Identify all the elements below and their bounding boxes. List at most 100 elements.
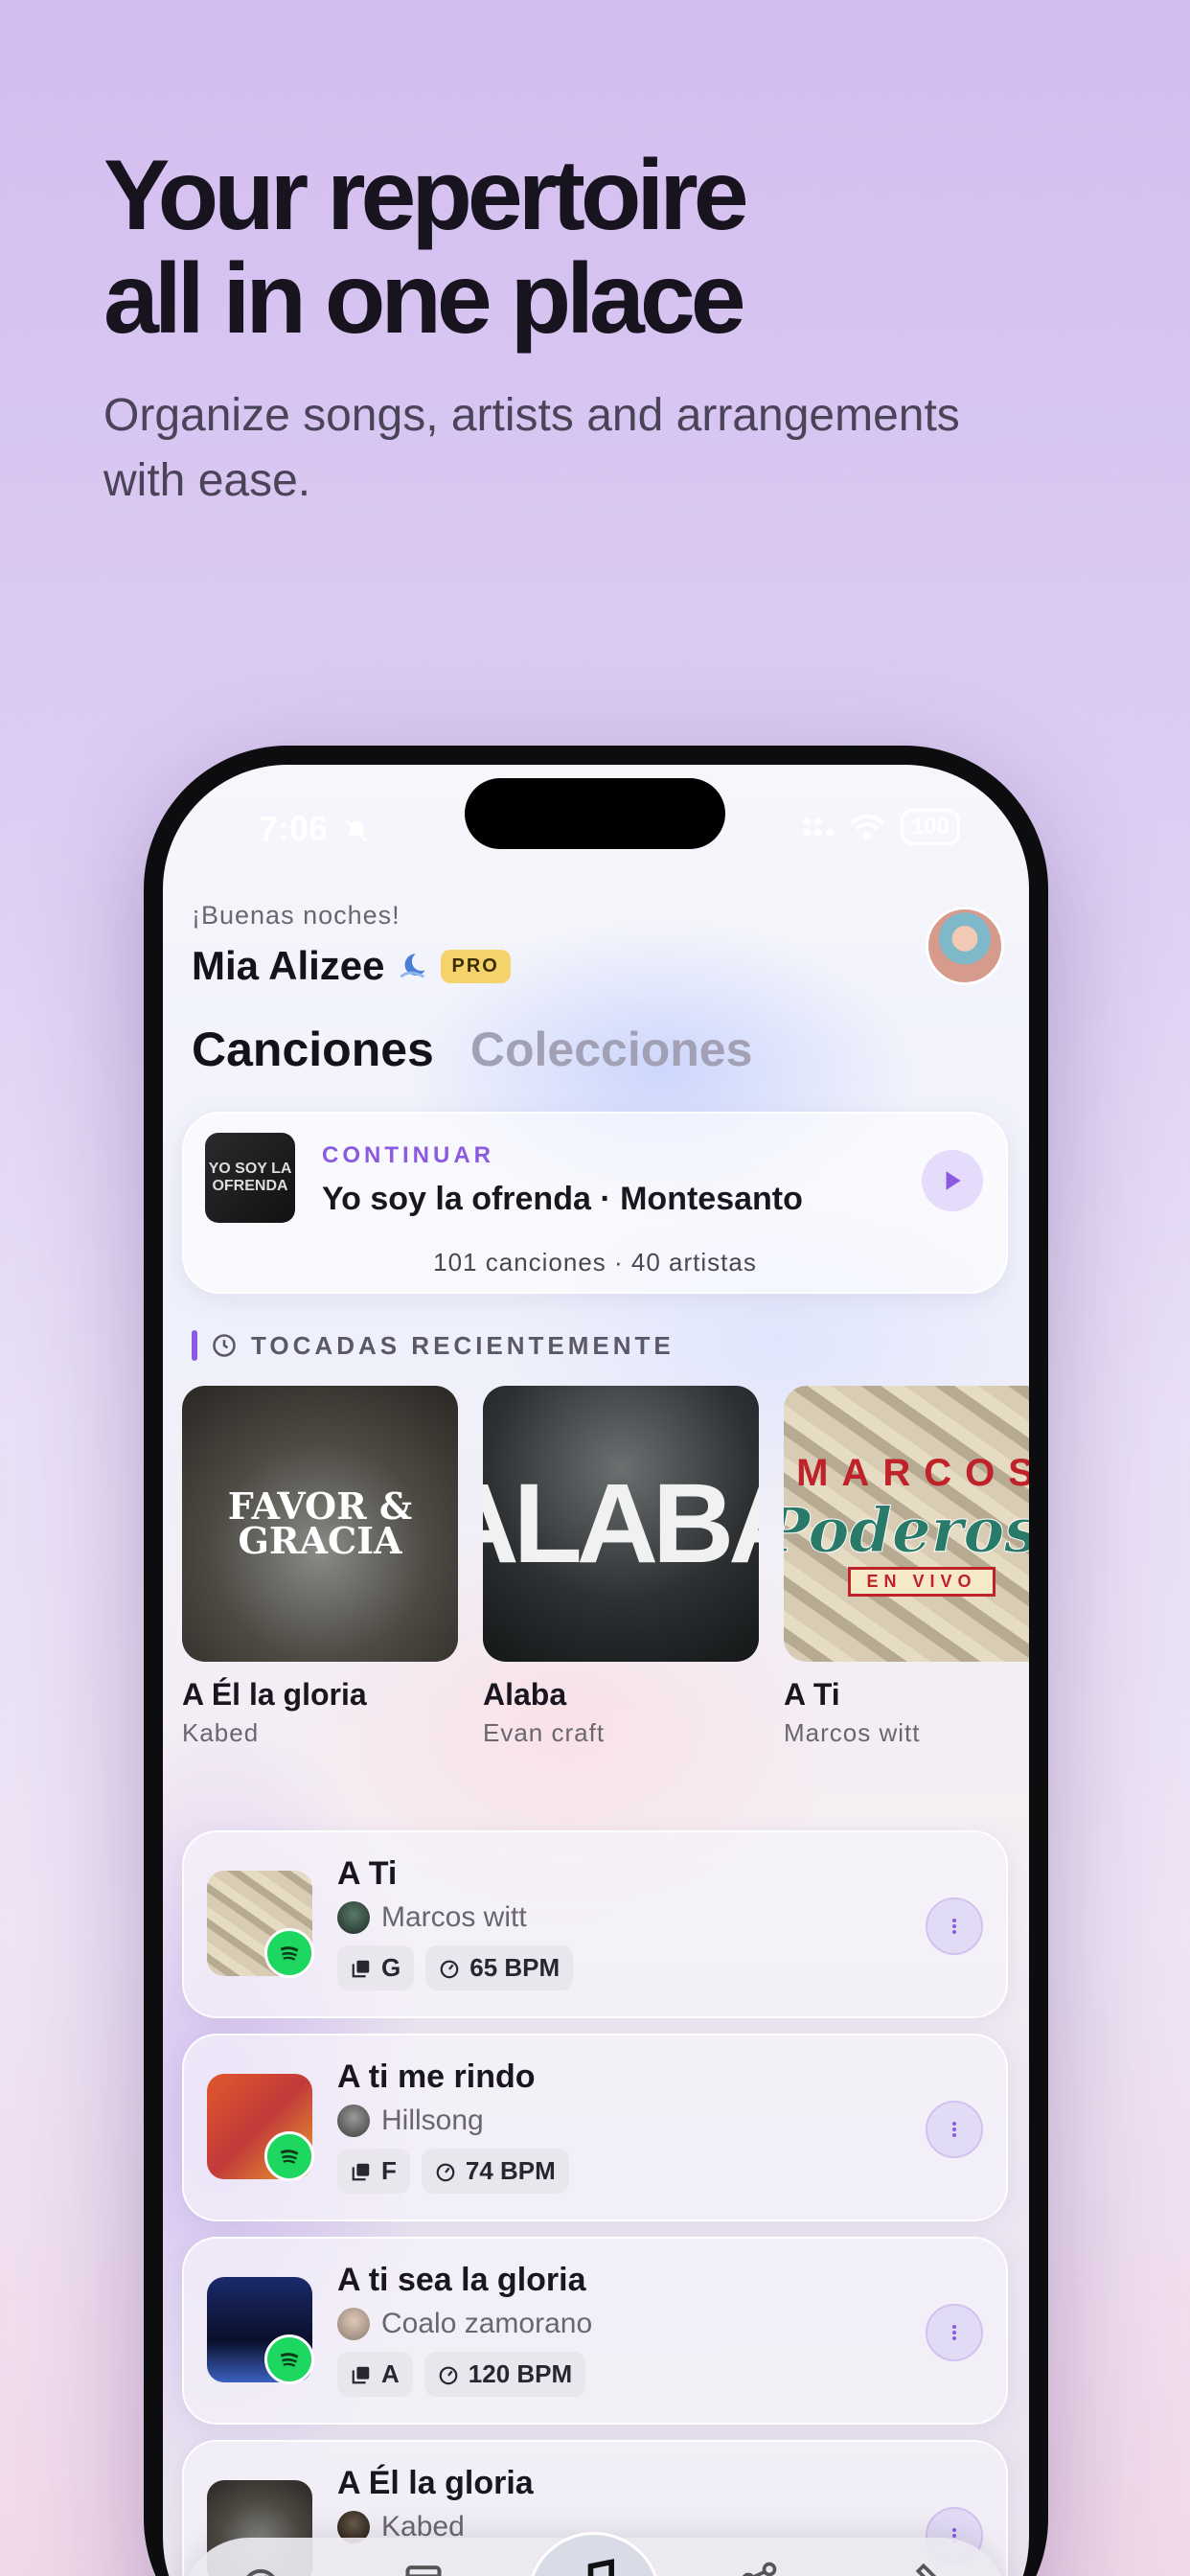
tab-canciones[interactable]: Canciones	[192, 1022, 434, 1077]
more-vertical-icon	[952, 1919, 956, 1934]
tab-colecciones[interactable]: Colecciones	[470, 1022, 753, 1077]
segment-tabs: Canciones Colecciones	[192, 1022, 752, 1077]
bpm-value: 120 BPM	[468, 2359, 573, 2388]
status-time: 7:06	[259, 809, 370, 849]
key-chip: A	[337, 2352, 413, 2397]
recent-title: A Ti	[784, 1677, 840, 1712]
promo-title-line1: Your repertoire	[103, 140, 749, 251]
key-value: F	[381, 2156, 397, 2185]
status-indicators: 100	[799, 809, 960, 845]
key-icon	[352, 2163, 370, 2180]
more-button[interactable]	[926, 1898, 983, 1955]
continue-title: Yo soy la ofrenda · Montesanto	[322, 1181, 803, 1217]
song-artist: Coalo zamorano	[381, 2308, 593, 2339]
moon-icon	[399, 954, 425, 978]
recent-cover: MARCOS Poderoso EN VIVO	[784, 1386, 1029, 1662]
song-title: A ti sea la gloria	[337, 2262, 586, 2298]
recent-artist: Evan craft	[483, 1718, 606, 1747]
more-vertical-icon	[952, 2325, 956, 2340]
share-icon[interactable]	[738, 2559, 780, 2576]
spotify-icon	[264, 2131, 314, 2181]
song-row[interactable]: A Ti Marcos witt G 65 BPM	[182, 1830, 1008, 2018]
song-row[interactable]: A ti sea la gloria Coalo zamorano A 120 …	[182, 2237, 1008, 2425]
song-artist: Marcos witt	[381, 1901, 527, 1933]
avatar[interactable]	[926, 907, 1004, 985]
recent-item[interactable]: FAVOR & GRACIA A Él la gloria Kabed	[182, 1386, 458, 1748]
recent-section-title: TOCADAS RECIENTEMENTE	[251, 1330, 675, 1360]
recent-title: A Él la gloria	[182, 1677, 367, 1712]
bpm-chip: 65 BPM	[425, 1945, 574, 1990]
recent-cover-text: Poderoso	[784, 1494, 1029, 1567]
tab-songs[interactable]	[527, 2532, 661, 2576]
song-title: A Ti	[337, 1855, 398, 1892]
section-accent-bar	[192, 1330, 197, 1361]
bpm-value: 74 BPM	[465, 2156, 556, 2185]
recent-title: Alaba	[483, 1677, 567, 1712]
artist-avatar	[337, 1901, 370, 1934]
more-button[interactable]	[926, 2304, 983, 2361]
song-artist-row: Marcos witt	[337, 1901, 527, 1934]
battery-icon: 100	[900, 809, 960, 845]
recent-artist: Marcos witt	[784, 1718, 921, 1747]
promo-subtitle: Organize songs, artists and arrangements…	[103, 390, 960, 506]
recent-cover-text: EN VIVO	[848, 1566, 995, 1597]
song-artist-row: Hillsong	[337, 2104, 484, 2137]
recent-artist: Kabed	[182, 1718, 260, 1747]
recent-cover: ALABA	[483, 1386, 759, 1662]
more-button[interactable]	[926, 2101, 983, 2158]
clock-icon	[213, 1334, 236, 1357]
more-vertical-icon	[952, 2122, 956, 2137]
song-title: A Él la gloria	[337, 2465, 534, 2501]
metronome-icon	[436, 2163, 455, 2181]
recent-cover-text: FAVOR & GRACIA	[227, 1484, 413, 1562]
recent-item[interactable]: ALABA Alaba Evan craft	[483, 1386, 759, 1748]
recent-item[interactable]: MARCOS Poderoso EN VIVO A Ti Marcos witt	[784, 1386, 1029, 1748]
play-button[interactable]	[922, 1150, 983, 1211]
key-value: G	[381, 1953, 401, 1982]
song-row[interactable]: A ti me rindo Hillsong F 74 BPM	[182, 2034, 1008, 2221]
spotify-icon	[264, 1928, 314, 1978]
recent-cover-text: ALABA	[483, 1460, 759, 1587]
bell-off-icon	[345, 819, 368, 842]
phone-screen: 7:06 100 ¡Buenas noches! Mia Alizee PRO …	[163, 765, 1029, 2576]
song-title: A ti me rindo	[337, 2058, 536, 2095]
metronome-icon	[439, 2366, 458, 2384]
key-chip: F	[337, 2149, 410, 2194]
library-stats: 101 canciones · 40 artistas	[433, 1248, 757, 1276]
calendar-icon[interactable]	[402, 2559, 445, 2576]
dashboard-icon[interactable]	[240, 2559, 282, 2576]
artist-avatar	[337, 2308, 370, 2340]
recent-cover: FAVOR & GRACIA	[182, 1386, 458, 1662]
promo-title-line2: all in one place	[103, 243, 746, 355]
pro-badge: PRO	[440, 949, 511, 983]
key-chip: G	[337, 1945, 415, 1990]
continue-cover-text: YO SOY LA OFRENDA	[208, 1161, 292, 1194]
continue-label: CONTINUAR	[322, 1142, 494, 1168]
continue-cover: YO SOY LA OFRENDA	[205, 1133, 295, 1223]
recent-carousel[interactable]: FAVOR & GRACIA A Él la gloria Kabed ALAB…	[182, 1386, 1029, 1748]
user-row: Mia Alizee PRO	[192, 943, 511, 989]
dynamic-island	[465, 778, 725, 849]
key-icon	[352, 2366, 370, 2383]
music-note-icon	[587, 2559, 614, 2576]
bottom-tab-bar	[182, 2532, 1008, 2576]
greeting: ¡Buenas noches!	[192, 901, 400, 930]
wifi-icon	[849, 815, 885, 840]
key-value: A	[381, 2359, 400, 2388]
recent-cover-text: MARCOS	[796, 1451, 1029, 1494]
key-icon	[352, 1960, 370, 1977]
promo-title: Your repertoire all in one place	[103, 144, 1062, 351]
play-icon	[946, 1171, 961, 1190]
recent-section-header: TOCADAS RECIENTEMENTE	[192, 1330, 675, 1361]
song-chips: A 120 BPM	[337, 2352, 586, 2397]
song-chips: F 74 BPM	[337, 2149, 569, 2194]
username: Mia Alizee	[192, 943, 385, 988]
song-artist-row: Coalo zamorano	[337, 2308, 592, 2340]
bpm-chip: 120 BPM	[423, 2352, 586, 2397]
signal-icon	[802, 817, 834, 837]
continue-card[interactable]: YO SOY LA OFRENDA CONTINUAR Yo soy la of…	[182, 1112, 1008, 1294]
metronome-icon	[440, 1960, 459, 1978]
spotify-icon	[264, 2334, 314, 2384]
tools-icon[interactable]	[901, 2559, 943, 2576]
song-chips: G 65 BPM	[337, 1945, 574, 1990]
